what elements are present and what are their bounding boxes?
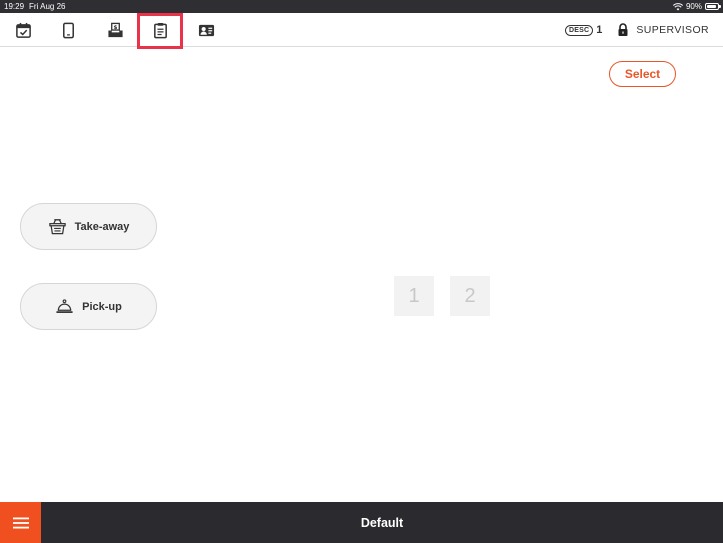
status-right: 90% (672, 0, 721, 13)
customer-card-icon (198, 24, 214, 36)
svg-text:$: $ (113, 25, 117, 31)
bottom-bar: Default (0, 502, 723, 543)
cash-drawer-icon: $ (107, 22, 123, 37)
status-date: Fri Aug 26 (29, 2, 66, 11)
top-toolbar: $ DESC 1 SUPERVISOR (0, 13, 723, 49)
user-role-label[interactable]: SUPERVISOR (636, 24, 709, 36)
tablet-icon (62, 22, 74, 38)
toolbar-user-area: DESC 1 SUPERVISOR (564, 13, 709, 47)
table-tile-2[interactable]: 2 (450, 276, 490, 316)
wifi-icon (672, 2, 683, 10)
tool-tablet[interactable] (45, 13, 91, 47)
tool-orders-clipboard[interactable] (137, 13, 183, 49)
pick-up-button[interactable]: Pick-up (20, 283, 157, 330)
hamburger-menu-icon (12, 517, 29, 528)
tool-calendar[interactable] (0, 13, 46, 47)
battery-fill (707, 5, 716, 8)
app-window: 19:29 Fri Aug 26 90% $ DESC 1 SUPERVISOR… (0, 0, 723, 543)
take-away-label: Take-away (74, 220, 130, 233)
desc-badge[interactable]: DESC (564, 24, 594, 36)
pick-up-label: Pick-up (82, 300, 122, 313)
tool-customer[interactable] (183, 13, 229, 47)
tool-cash-drawer[interactable]: $ (92, 13, 138, 47)
hamburger-menu-button[interactable] (0, 502, 41, 543)
select-button[interactable]: Select (609, 61, 676, 87)
clipboard-icon (153, 22, 167, 38)
cloche-icon (56, 299, 73, 313)
status-left: 19:29 Fri Aug 26 (4, 0, 66, 13)
take-away-button[interactable]: Take-away (20, 203, 157, 250)
battery-icon (705, 3, 721, 10)
battery-percent: 90% (685, 2, 702, 11)
basket-icon (48, 219, 66, 235)
status-bar: 19:29 Fri Aug 26 90% (0, 0, 723, 13)
status-time: 19:29 (4, 2, 25, 11)
calendar-check-icon (15, 22, 31, 38)
table-tile-1[interactable]: 1 (394, 276, 434, 316)
layout-name: Default (360, 515, 404, 530)
lock-icon (618, 23, 628, 36)
desc-count: 1 (596, 24, 603, 36)
